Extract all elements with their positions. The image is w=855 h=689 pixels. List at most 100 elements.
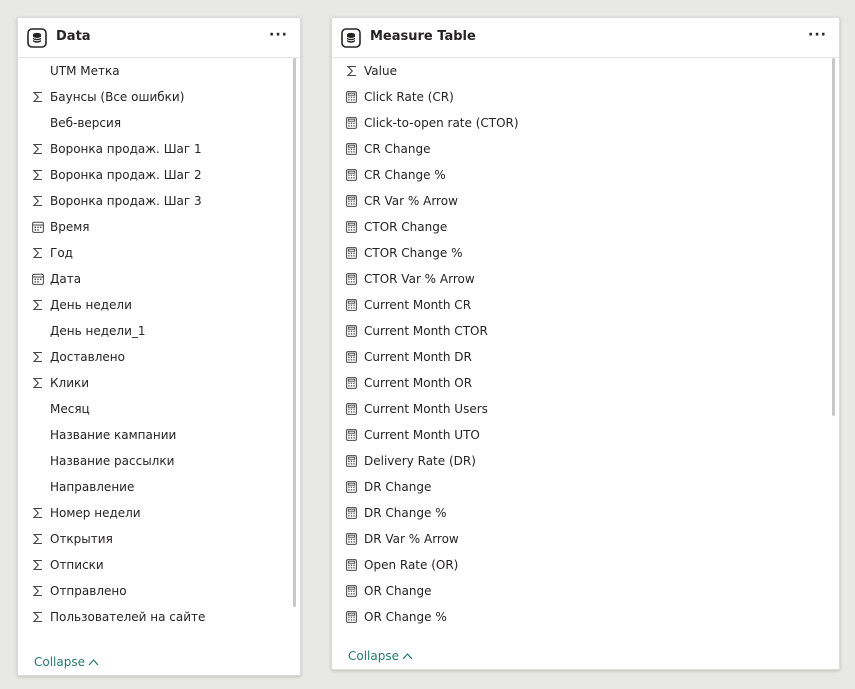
data-field-item[interactable]: Доставлено xyxy=(18,344,288,370)
measure-field-item[interactable]: CR Var % Arrow xyxy=(332,188,827,214)
data-field-label: Баунсы (Все ошибки) xyxy=(50,90,185,104)
measure-field-label: DR Change % xyxy=(364,506,447,520)
data-field-item[interactable]: Дата xyxy=(18,266,288,292)
data-field-item[interactable]: Время xyxy=(18,214,288,240)
chevron-up-icon xyxy=(88,659,99,666)
data-field-item[interactable]: День недели_1 xyxy=(18,318,288,344)
data-field-label: Год xyxy=(50,246,73,260)
measure-field-label: Current Month DR xyxy=(364,350,472,364)
data-field-item[interactable]: Название рассылки xyxy=(18,448,288,474)
measure-field-label: OR Change xyxy=(364,584,432,598)
measure-field-label: CR Var % Arrow xyxy=(364,194,458,208)
data-field-item[interactable]: Направление xyxy=(18,474,288,500)
measure-field-item[interactable]: Current Month CTOR xyxy=(332,318,827,344)
sigma-icon xyxy=(31,533,44,546)
measure-field-item[interactable]: OR Change xyxy=(332,578,827,604)
chevron-up-icon xyxy=(402,653,413,660)
calculator-icon xyxy=(345,91,358,104)
measure-field-item[interactable]: CR Change xyxy=(332,136,827,162)
measure-field-item[interactable]: Current Month OR xyxy=(332,370,827,396)
measure-field-item[interactable]: DR Change xyxy=(332,474,827,500)
data-collapse-button[interactable]: Collapse xyxy=(34,655,99,669)
measure-field-label: CR Change xyxy=(364,142,431,156)
data-field-item[interactable]: День недели xyxy=(18,292,288,318)
calendar-icon xyxy=(31,221,44,234)
measure-field-label: Current Month OR xyxy=(364,376,473,390)
measure-field-item[interactable]: Click-to-open rate (CTOR) xyxy=(332,110,827,136)
data-field-item[interactable]: Воронка продаж. Шаг 2 xyxy=(18,162,288,188)
calculator-icon xyxy=(345,351,358,364)
measure-field-label: DR Var % Arrow xyxy=(364,532,459,546)
measure-field-label: Open Rate (OR) xyxy=(364,558,459,572)
blank-icon-slot xyxy=(31,481,44,494)
data-field-item[interactable]: Номер недели xyxy=(18,500,288,526)
measure-more-options-button[interactable]: ··· xyxy=(808,27,827,43)
database-icon xyxy=(341,28,361,48)
measure-field-item[interactable]: Click Rate (CR) xyxy=(332,84,827,110)
calculator-icon xyxy=(345,377,358,390)
calculator-icon xyxy=(345,611,358,624)
data-more-options-button[interactable]: ··· xyxy=(269,27,288,43)
measure-field-label: Value xyxy=(364,64,397,78)
sigma-icon xyxy=(31,299,44,312)
measure-collapse-label: Collapse xyxy=(348,649,399,663)
data-field-item[interactable]: Год xyxy=(18,240,288,266)
measure-field-item[interactable]: CR Change % xyxy=(332,162,827,188)
blank-icon-slot xyxy=(31,325,44,338)
measure-field-item[interactable]: Delivery Rate (DR) xyxy=(332,448,827,474)
data-field-item[interactable]: Баунсы (Все ошибки) xyxy=(18,84,288,110)
data-field-label: Сегмент xyxy=(50,636,103,637)
data-field-item[interactable]: Клики xyxy=(18,370,288,396)
data-field-item[interactable]: Сегмент xyxy=(18,630,288,637)
measure-field-item[interactable] xyxy=(332,630,827,637)
measure-field-label: Delivery Rate (DR) xyxy=(364,454,476,468)
measure-field-item[interactable]: OR Change % xyxy=(332,604,827,630)
data-field-label: День недели_1 xyxy=(50,324,146,338)
data-field-item[interactable]: Месяц xyxy=(18,396,288,422)
data-field-item[interactable]: Пользователей на сайте xyxy=(18,604,288,630)
measure-field-item[interactable]: Current Month UTO xyxy=(332,422,827,448)
measure-field-item[interactable]: Current Month CR xyxy=(332,292,827,318)
measure-field-item[interactable]: Current Month Users xyxy=(332,396,827,422)
measure-scrollbar[interactable] xyxy=(832,58,835,629)
calculator-icon xyxy=(345,247,358,260)
data-field-item[interactable]: Отправлено xyxy=(18,578,288,604)
data-field-label: Воронка продаж. Шаг 2 xyxy=(50,168,202,182)
sigma-icon xyxy=(31,507,44,520)
measure-field-label: DR Change xyxy=(364,480,432,494)
measure-field-label: CTOR Var % Arrow xyxy=(364,272,475,286)
measure-field-label: CTOR Change % xyxy=(364,246,463,260)
measure-collapse-button[interactable]: Collapse xyxy=(348,649,413,663)
measure-field-item[interactable]: DR Change % xyxy=(332,500,827,526)
data-field-item[interactable]: Название кампании xyxy=(18,422,288,448)
calculator-icon xyxy=(345,455,358,468)
sigma-icon xyxy=(31,169,44,182)
measure-scrollbar-thumb[interactable] xyxy=(832,58,835,416)
data-field-label: Направление xyxy=(50,480,135,494)
data-field-label: UTM Метка xyxy=(50,64,120,78)
measure-field-item[interactable]: DR Var % Arrow xyxy=(332,526,827,552)
data-scrollbar[interactable] xyxy=(293,58,296,607)
measure-field-item[interactable]: Open Rate (OR) xyxy=(332,552,827,578)
data-field-label: Доставлено xyxy=(50,350,125,364)
data-collapse-label: Collapse xyxy=(34,655,85,669)
measure-field-item[interactable]: CTOR Change % xyxy=(332,240,827,266)
data-field-item[interactable]: Отписки xyxy=(18,552,288,578)
data-field-item[interactable]: Воронка продаж. Шаг 1 xyxy=(18,136,288,162)
data-field-item[interactable]: Открытия xyxy=(18,526,288,552)
data-field-item[interactable]: Воронка продаж. Шаг 3 xyxy=(18,188,288,214)
data-field-label: Пользователей на сайте xyxy=(50,610,206,624)
calculator-icon xyxy=(345,221,358,234)
data-field-item[interactable]: Веб-версия xyxy=(18,110,288,136)
data-field-item[interactable]: UTM Метка xyxy=(18,58,288,84)
calculator-icon xyxy=(345,195,358,208)
sigma-icon xyxy=(31,351,44,364)
measure-field-item[interactable]: CTOR Change xyxy=(332,214,827,240)
measure-field-item[interactable]: Value xyxy=(332,58,827,84)
data-scrollbar-thumb[interactable] xyxy=(293,58,296,607)
measure-field-item[interactable]: Current Month DR xyxy=(332,344,827,370)
sigma-icon xyxy=(31,377,44,390)
data-field-label: Веб-версия xyxy=(50,116,122,130)
measure-field-label: OR Change % xyxy=(364,610,447,624)
measure-field-item[interactable]: CTOR Var % Arrow xyxy=(332,266,827,292)
